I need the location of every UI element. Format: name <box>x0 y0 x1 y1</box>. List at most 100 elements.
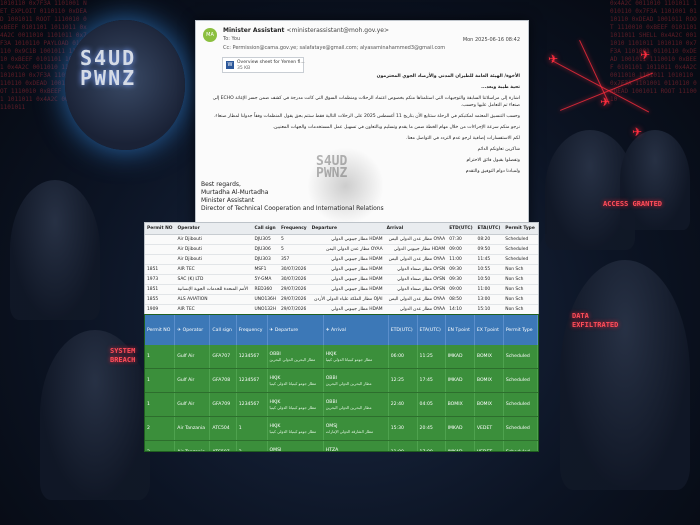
email-signature: Best regards, Murtadha Al-Murtadha Minis… <box>201 181 384 213</box>
table-row[interactable]: 1855 ALS AVIATION UNO136H 29/07/2026 OJAI مط… <box>145 294 538 305</box>
flight-permits-table: Permit NO Operator Call sign Frequency D… <box>144 222 539 316</box>
table-cell-freq: 1234567 <box>236 392 268 417</box>
cell-value: 12:25 <box>390 378 404 383</box>
table-cell-en: IMKAD <box>445 440 475 451</box>
email-cc: Cc: Permission@cama.gov.ye; salafataye@g… <box>223 45 446 51</box>
watermark-line2: PWNZ <box>316 166 348 181</box>
system-breach-line2: BREACH <box>110 356 136 364</box>
column-header: Arrival <box>384 223 448 235</box>
table-row[interactable]: 1 Gulf Air GFA708 1234567 HKJK مطار جومو كيني… <box>145 368 538 393</box>
table-cell-callsign: RED360 <box>252 284 279 295</box>
sender-avatar: MA <box>203 28 217 42</box>
table-row[interactable]: Air Djibouti DJU306 5 OYAA مطار عدن الدولي … <box>145 244 538 255</box>
cell-value: IMKAD <box>447 378 463 383</box>
table-cell-etd: 09:00 <box>447 284 476 295</box>
email-recipient: To: You <box>223 36 241 42</box>
table-cell-operator: Air Djibouti <box>175 254 253 265</box>
table-row[interactable]: Air Djibouti DJU303 357 HDAM مطار جيبوتي ال… <box>145 254 538 265</box>
sender-name: Minister Assistant <box>223 27 285 34</box>
cell-value: 20:45 <box>419 426 433 431</box>
table-cell-freq: 29/07/2026 <box>278 294 310 305</box>
table-cell-permit: 2 <box>145 440 176 451</box>
table-cell-etd: 06:00 <box>388 345 418 369</box>
table-row[interactable]: 1851 AIR TEC MSF1 30/07/2026 HDAM مطار جيبوت… <box>145 264 538 275</box>
cell-value: 11:25 <box>419 354 433 359</box>
cell-value: Air Tanzania <box>177 450 205 451</box>
table-row[interactable]: 2 Air Tanzania ATC507 2 OMSJمطار الشارقة الد… <box>145 440 538 451</box>
table-cell-eta: 17:45 <box>417 368 446 393</box>
table-cell-callsign: GFA707 <box>209 345 237 369</box>
table-row[interactable]: 2 Air Tanzania ATC504 1 HKJK مطار جومو كينيات… <box>145 416 538 441</box>
attachment-size: 35 KB <box>237 66 251 71</box>
airport-name: مطار جومو كينياتا الدولي كينيا <box>269 404 317 410</box>
table-cell-callsign: GFA708 <box>209 368 237 393</box>
cell-value: OMSJ <box>325 423 338 429</box>
table-cell-permit: 1855 <box>145 294 176 305</box>
table-cell-dep_code: HKJK مطار جومو كينياتا الدولي كينيا <box>267 392 324 417</box>
table-cell-type: Scheduled <box>503 392 538 417</box>
column-header: ETA(UTC) <box>475 223 504 235</box>
table-row[interactable]: 1851 الأمم المتحدة للخدمات الجوية الإنسان… <box>145 284 538 295</box>
table-cell-type: Scheduled <box>503 254 538 265</box>
data-exfiltrated-label: DATA EXFILTRATED <box>572 312 618 330</box>
column-header: Call sign <box>252 223 279 235</box>
table-cell-freq: 29/07/2026 <box>278 284 310 295</box>
table-cell-arr: OYSN مطار صنعاء الدولي <box>384 284 448 295</box>
table-cell-ex: BOMIX <box>474 345 504 369</box>
table-cell-callsign: 5Y-GMA <box>252 274 279 285</box>
table-cell-callsign: ATC504 <box>209 416 237 441</box>
table-row[interactable]: 1973 SAC (K) LTD 5Y-GMA 30/07/2026 HDAM مطار… <box>145 274 538 285</box>
column-header-label: Arrival <box>331 327 346 333</box>
cell-value: BOMIX <box>476 378 493 383</box>
column-header: Permit Type <box>503 315 538 345</box>
table-cell-operator: SAC (K) LTD <box>175 274 253 285</box>
cell-value: 17:45 <box>419 378 433 383</box>
table-cell-callsign: DJU305 <box>252 234 279 245</box>
cell-value: HKJK <box>269 375 281 381</box>
cell-value: 1 <box>238 426 242 431</box>
table-cell-arr: OYSN مطار صنعاء الدولي <box>384 264 448 275</box>
table-cell-callsign: MSF1 <box>252 264 279 275</box>
email-message-window: MA Minister Assistant <ministerassistant… <box>195 20 529 234</box>
table-cell-operator: الأمم المتحدة للخدمات الجوية الإنسانية <box>175 284 253 295</box>
table-row[interactable]: 1 Gulf Air GFA707 1234567 OBBI مطار البحرين ا… <box>145 345 538 369</box>
cell-value: VEDET <box>476 426 493 431</box>
airport-name: مطار الشارقة الدولي الإمارات <box>325 428 374 434</box>
email-salutation: الأخوة/ الهيئة العامة للطيران المدني وال… <box>376 74 520 79</box>
signature-line: Best regards, <box>201 181 241 188</box>
system-breach-line1: SYSTEM <box>110 347 136 355</box>
data-exfiltrated-line1: DATA <box>572 312 589 320</box>
table-cell-eta: 20:45 <box>417 416 446 441</box>
table-cell-etd: 09:30 <box>447 264 476 275</box>
table-cell-freq: 5 <box>278 234 310 245</box>
cell-value: IMKAD <box>447 426 463 431</box>
airport-name: مطار جومو كينياتا الدولي كينيا <box>325 356 373 362</box>
table-row[interactable]: Air Djibouti DJU305 5 HDAM مطار جيبوتي الدو… <box>145 234 538 245</box>
table-row[interactable]: 1 Gulf Air GFA709 1234567 HKJK مطار جومو كيني… <box>145 392 538 417</box>
table-cell-permit: 1 <box>145 345 176 369</box>
word-document-icon: W <box>226 61 234 69</box>
table-cell-callsign: DJU306 <box>252 244 279 255</box>
brand-logo-line1: S4UD <box>80 46 137 70</box>
cell-value: Air Tanzania <box>177 426 206 431</box>
table-cell-eta: 09:50 <box>475 244 504 255</box>
table-cell-etd: 09:00 <box>447 244 476 255</box>
plane-icon: ✈ <box>600 95 611 109</box>
table-cell-etd: 11:00 <box>388 440 418 451</box>
email-greeting: تحية طيبة وبعد... <box>481 85 520 90</box>
sender-address[interactable]: <ministerassistant@moh.gov.ye> <box>286 27 389 34</box>
table-cell-arr: OYSN مطار صنعاء الدولي <box>384 274 448 285</box>
table-row[interactable]: 1909 AIR TEC UNO132H 29/07/2026 HDAM مطار جي… <box>145 304 538 315</box>
attachment-card[interactable]: W Overview sheet for Yemen fl... 35 KB <box>222 57 305 73</box>
table-cell-dep_code: HKJK مطار جومو كينياتا الدولي كينيا <box>267 416 324 441</box>
cell-value: GFA709 <box>212 402 231 407</box>
brand-logo-line2: PWNZ <box>80 66 137 90</box>
cell-value: IMKAD <box>448 450 463 451</box>
table-cell-eta: 15:10 <box>475 304 504 315</box>
table-cell-callsign: GFA709 <box>209 392 237 417</box>
table-cell-freq: 5 <box>278 244 310 255</box>
cell-value: Scheduled <box>505 426 530 431</box>
table-cell-ex: VEDET <box>474 416 504 441</box>
table-cell-permit: 1973 <box>145 274 176 285</box>
table-cell-dep_code: HKJK مطار جومو كينياتا الدولي كينيا <box>267 368 324 393</box>
